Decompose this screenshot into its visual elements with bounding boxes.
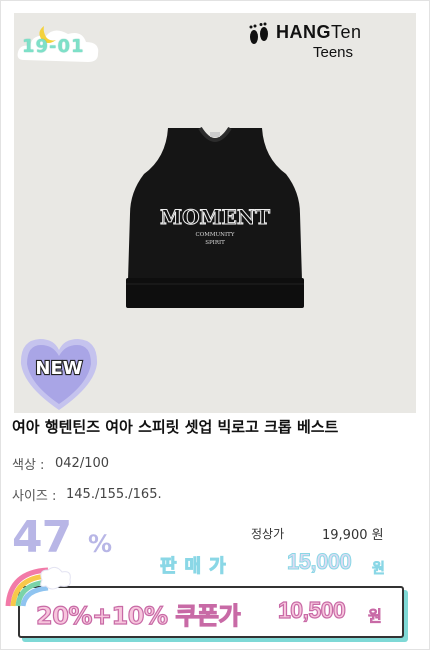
sale-price-unit: 원 xyxy=(372,561,385,578)
new-badge-label: NEW xyxy=(35,358,82,379)
coupon-price: 10,500 xyxy=(277,596,346,623)
sale-price-label: 판매가 xyxy=(160,556,234,578)
vest-print-sub2: SPIRIT xyxy=(205,240,225,246)
regular-price: 19,900 원 xyxy=(322,528,384,543)
color-label: 색상 : xyxy=(12,458,45,473)
lot-code: 19-01 xyxy=(22,36,85,57)
brand-sub: Teens xyxy=(313,44,354,61)
brand-name: HANGTen xyxy=(276,22,362,42)
coupon-price-unit: 원 xyxy=(368,607,382,626)
discount-percent: 47 xyxy=(12,512,72,563)
size-value: 145./155./165. xyxy=(66,487,162,502)
discount-percent-sign: % xyxy=(88,530,113,558)
footprint-icon xyxy=(249,22,268,44)
regular-price-label: 정상가 xyxy=(251,527,285,541)
product-title[interactable]: 여아 행텐틴즈 여아 스피릿 셋업 빅로고 크롭 베스트 xyxy=(12,416,338,437)
vest-print-title: MOMENT xyxy=(160,205,270,229)
brand-logo: HANGTen Teens xyxy=(246,20,411,66)
color-value: 042/100 xyxy=(55,456,110,471)
vest-print-sub1: COMMUNITY xyxy=(196,232,235,238)
new-badge: NEW xyxy=(20,339,98,410)
vest-image: MOMENT COMMUNITY SPIRIT xyxy=(126,126,304,308)
sale-price: 15,000 xyxy=(286,549,352,575)
size-label: 사이즈 : xyxy=(12,489,57,504)
coupon-price-label: 20%+10% 쿠폰가 xyxy=(35,601,241,630)
